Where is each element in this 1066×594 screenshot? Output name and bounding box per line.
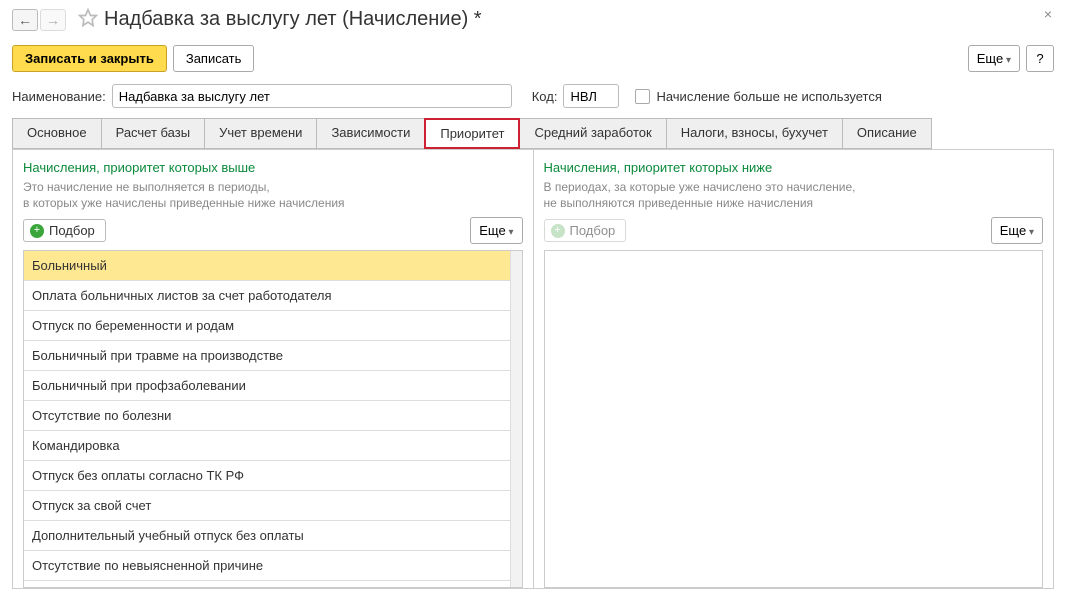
list-item[interactable]: Командировка [24, 431, 510, 461]
right-add-button[interactable]: + Подбор [544, 219, 627, 242]
name-label: Наименование: [12, 89, 106, 104]
left-add-label: Подбор [49, 223, 95, 238]
list-item[interactable]: Прогул [24, 581, 510, 587]
higher-priority-title: Начисления, приоритет которых выше [23, 160, 523, 175]
tab-5[interactable]: Средний заработок [519, 118, 666, 149]
left-add-button[interactable]: + Подбор [23, 219, 106, 242]
right-add-label: Подбор [570, 223, 616, 238]
nav-forward-button[interactable]: → [40, 9, 66, 31]
name-input[interactable] [112, 84, 512, 108]
save-button[interactable]: Записать [173, 45, 255, 72]
tab-2[interactable]: Учет времени [204, 118, 317, 149]
unused-label: Начисление больше не используется [656, 89, 881, 104]
nav-back-button[interactable]: ← [12, 9, 38, 31]
lower-priority-title: Начисления, приоритет которых ниже [544, 160, 1044, 175]
list-item[interactable]: Оплата больничных листов за счет работод… [24, 281, 510, 311]
list-item[interactable]: Больничный при травме на производстве [24, 341, 510, 371]
list-item[interactable]: Дополнительный учебный отпуск без оплаты [24, 521, 510, 551]
higher-priority-desc: Это начисление не выполняется в периоды,… [23, 179, 523, 211]
tab-0[interactable]: Основное [12, 118, 102, 149]
code-input[interactable] [563, 84, 619, 108]
list-item[interactable]: Больничный при профзаболевании [24, 371, 510, 401]
tab-6[interactable]: Налоги, взносы, бухучет [666, 118, 843, 149]
list-item[interactable]: Отсутствие по невыясненной причине [24, 551, 510, 581]
favorite-star-icon[interactable] [78, 8, 98, 31]
plus-icon: + [30, 224, 44, 238]
toolbar-more-button[interactable]: Еще [968, 45, 1020, 72]
list-item[interactable]: Отпуск за свой счет [24, 491, 510, 521]
close-icon[interactable]: × [1044, 6, 1052, 22]
tab-4[interactable]: Приоритет [424, 118, 520, 149]
right-more-button[interactable]: Еще [991, 217, 1043, 244]
save-and-close-button[interactable]: Записать и закрыть [12, 45, 167, 72]
code-label: Код: [532, 89, 558, 104]
unused-checkbox[interactable] [635, 89, 650, 104]
tab-1[interactable]: Расчет базы [101, 118, 206, 149]
plus-icon: + [551, 224, 565, 238]
tab-3[interactable]: Зависимости [316, 118, 425, 149]
lower-priority-desc: В периодах, за которые уже начислено это… [544, 179, 1044, 211]
scrollbar[interactable] [510, 251, 522, 587]
left-more-button[interactable]: Еще [470, 217, 522, 244]
list-item[interactable]: Отпуск без оплаты согласно ТК РФ [24, 461, 510, 491]
tab-7[interactable]: Описание [842, 118, 932, 149]
help-button[interactable]: ? [1026, 45, 1054, 72]
list-item[interactable]: Отсутствие по болезни [24, 401, 510, 431]
list-item[interactable]: Больничный [24, 251, 510, 281]
list-item[interactable]: Отпуск по беременности и родам [24, 311, 510, 341]
page-title: Надбавка за выслугу лет (Начисление) * [104, 8, 482, 31]
